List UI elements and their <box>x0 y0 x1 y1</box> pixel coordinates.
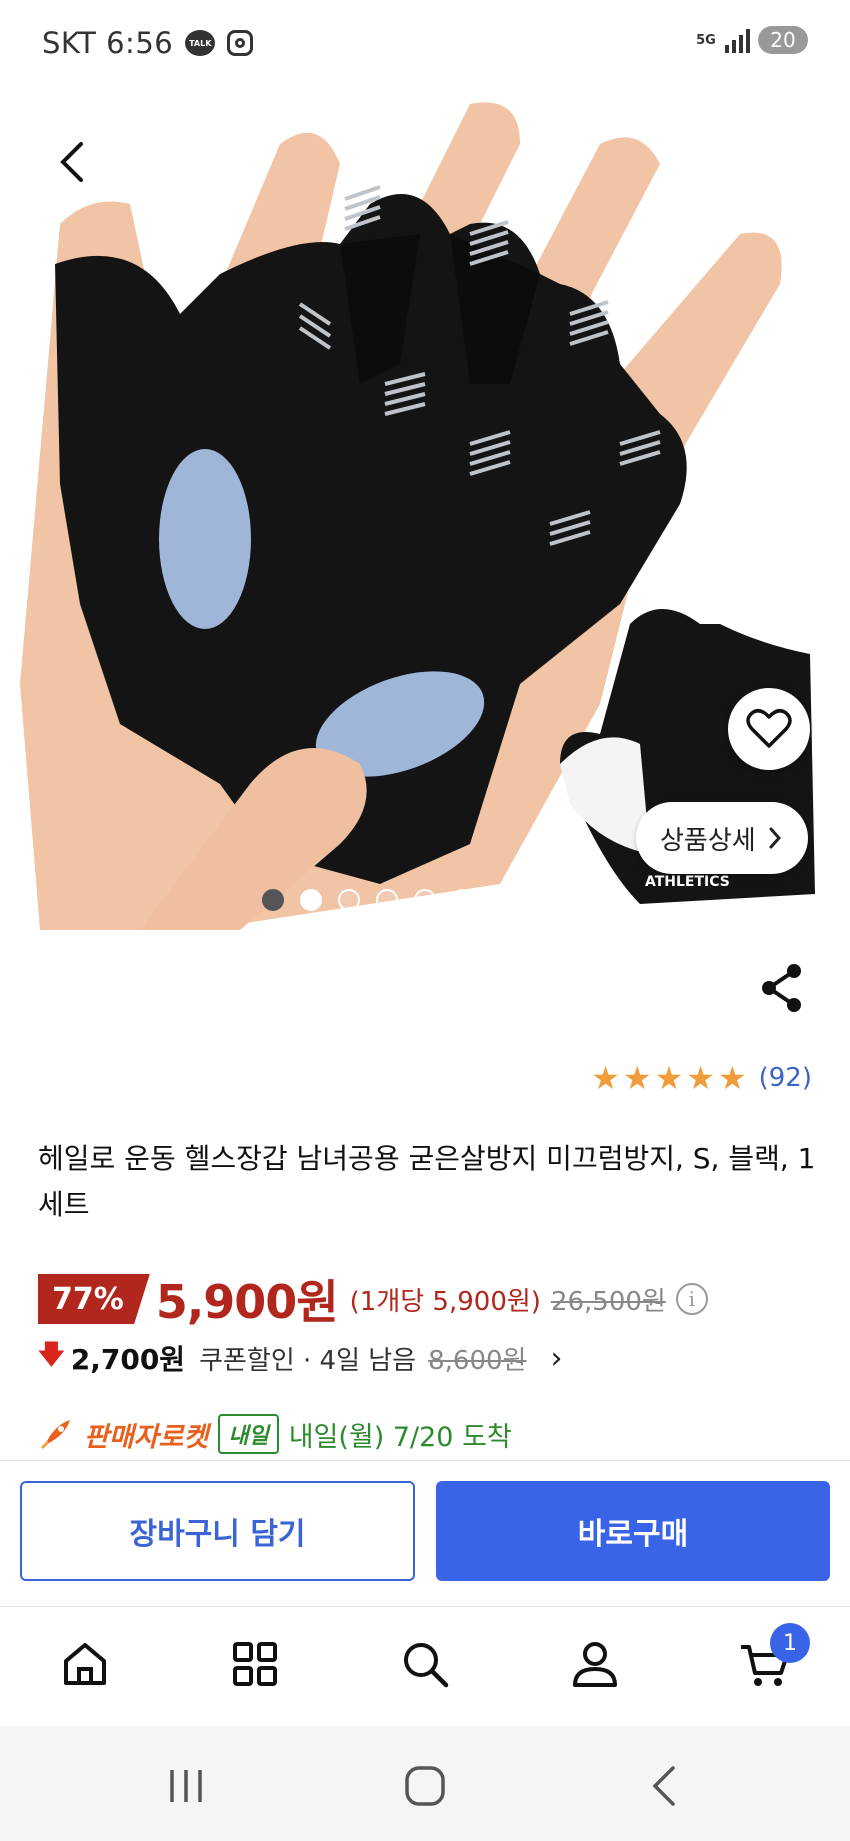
nav-my-account[interactable] <box>560 1629 630 1699</box>
delivery-badge: 내일 <box>218 1414 279 1454</box>
heart-icon <box>746 709 792 748</box>
rating-stars: ★ ★ ★ ★ ★ <box>591 1062 746 1094</box>
add-to-cart-button[interactable]: 장바구니 담기 <box>20 1481 415 1581</box>
recent-apps-button[interactable] <box>156 1756 216 1816</box>
delivery-type-label: 판매자로켓 <box>84 1421 209 1453</box>
kakao-talk-icon: TALK <box>185 30 216 56</box>
star-icon: ★ <box>654 1059 684 1097</box>
nav-cart[interactable]: 1 <box>730 1623 810 1699</box>
down-arrow-icon: 🡇 <box>38 1340 65 1370</box>
carousel-dot[interactable] <box>566 889 588 911</box>
share-button[interactable] <box>760 962 804 1014</box>
coupon-amount: 2,700원 <box>70 1343 186 1376</box>
carousel-indicator <box>262 889 588 911</box>
signal-icon <box>725 27 750 53</box>
delivery-row: 판매자로켓 내일 내일(월) 7/20 도착 <box>38 1414 512 1454</box>
discount-badge: 77% <box>38 1274 150 1324</box>
wishlist-button[interactable] <box>728 688 810 770</box>
review-count-link[interactable]: (92) <box>759 1063 812 1093</box>
purchase-action-bar: 장바구니 담기 바로구매 <box>0 1460 850 1606</box>
product-detail-label: 상품상세 <box>660 825 756 856</box>
network-5g-icon: 5G <box>696 32 716 48</box>
chevron-right-icon: › <box>550 1340 563 1376</box>
star-icon: ★ <box>686 1059 715 1097</box>
product-rating[interactable]: ★ ★ ★ ★ ★ (92) <box>591 1062 812 1094</box>
home-circle-icon <box>405 1766 445 1806</box>
coupon-row[interactable]: 🡇 2,700원 쿠폰할인 · 4일 남음 8,600원 › <box>38 1336 562 1380</box>
cart-count-badge: 1 <box>770 1623 810 1663</box>
nav-search[interactable] <box>390 1629 460 1699</box>
carousel-dot[interactable] <box>300 889 322 911</box>
back-button[interactable] <box>34 124 110 200</box>
carousel-dot[interactable] <box>376 889 398 911</box>
price-row: 77% 5,900원 (1개당 5,900원) 26,500원 i <box>38 1266 708 1332</box>
star-icon: ★ <box>591 1059 620 1097</box>
category-icon <box>233 1642 277 1686</box>
price-info-icon[interactable]: i <box>675 1283 708 1315</box>
rocket-icon <box>40 1420 70 1450</box>
coupon-text: 쿠폰할인 · 4일 남음 <box>199 1345 417 1376</box>
star-icon: ★ <box>622 1059 652 1097</box>
carousel-dot[interactable] <box>414 889 436 911</box>
carousel-dot[interactable] <box>452 889 474 911</box>
recent-apps-icon <box>170 1770 202 1802</box>
system-nav-bar <box>0 1726 850 1841</box>
status-bar: SKT 6:56 TALK 5G 20 <box>0 0 850 84</box>
carousel-dot[interactable] <box>262 889 284 911</box>
home-system-button[interactable] <box>395 1756 455 1816</box>
nav-home[interactable] <box>50 1629 120 1699</box>
instagram-icon <box>227 30 254 56</box>
chevron-left-icon <box>60 142 83 182</box>
carousel-dot[interactable] <box>490 889 512 911</box>
coupon-original-price: 8,600원 <box>428 1345 527 1376</box>
product-image-carousel[interactable]: ATHLETICS 상품상세 <box>0 84 850 930</box>
account-icon <box>573 1642 617 1687</box>
original-price: 26,500원 <box>550 1286 666 1317</box>
unit-price: (1개당 5,900원) <box>349 1286 541 1317</box>
star-icon: ★ <box>717 1059 747 1097</box>
home-icon <box>64 1643 106 1685</box>
product-title: 헤일로 운동 헬스장갑 남녀공용 굳은살방지 미끄럼방지, S, 블랙, 1세트 <box>38 1142 816 1221</box>
sale-price: 5,900원 <box>155 1275 339 1329</box>
chevron-right-icon <box>769 827 781 849</box>
back-system-button[interactable] <box>634 1756 694 1816</box>
search-icon <box>404 1643 449 1688</box>
share-icon <box>762 964 801 1012</box>
carrier-time: SKT 6:56 <box>42 26 174 60</box>
carousel-dot[interactable] <box>338 889 360 911</box>
product-detail-button[interactable]: 상품상세 <box>636 802 808 874</box>
back-chevron-icon <box>652 1766 675 1806</box>
nav-category[interactable] <box>220 1629 290 1699</box>
bottom-nav: 1 <box>0 1606 850 1726</box>
battery-icon: 20 <box>758 26 808 54</box>
carousel-dot[interactable] <box>528 889 550 911</box>
svg-text:ATHLETICS: ATHLETICS <box>645 874 730 890</box>
delivery-arrival: 내일(월) 7/20 도착 <box>288 1421 512 1453</box>
buy-now-button[interactable]: 바로구매 <box>436 1481 830 1581</box>
